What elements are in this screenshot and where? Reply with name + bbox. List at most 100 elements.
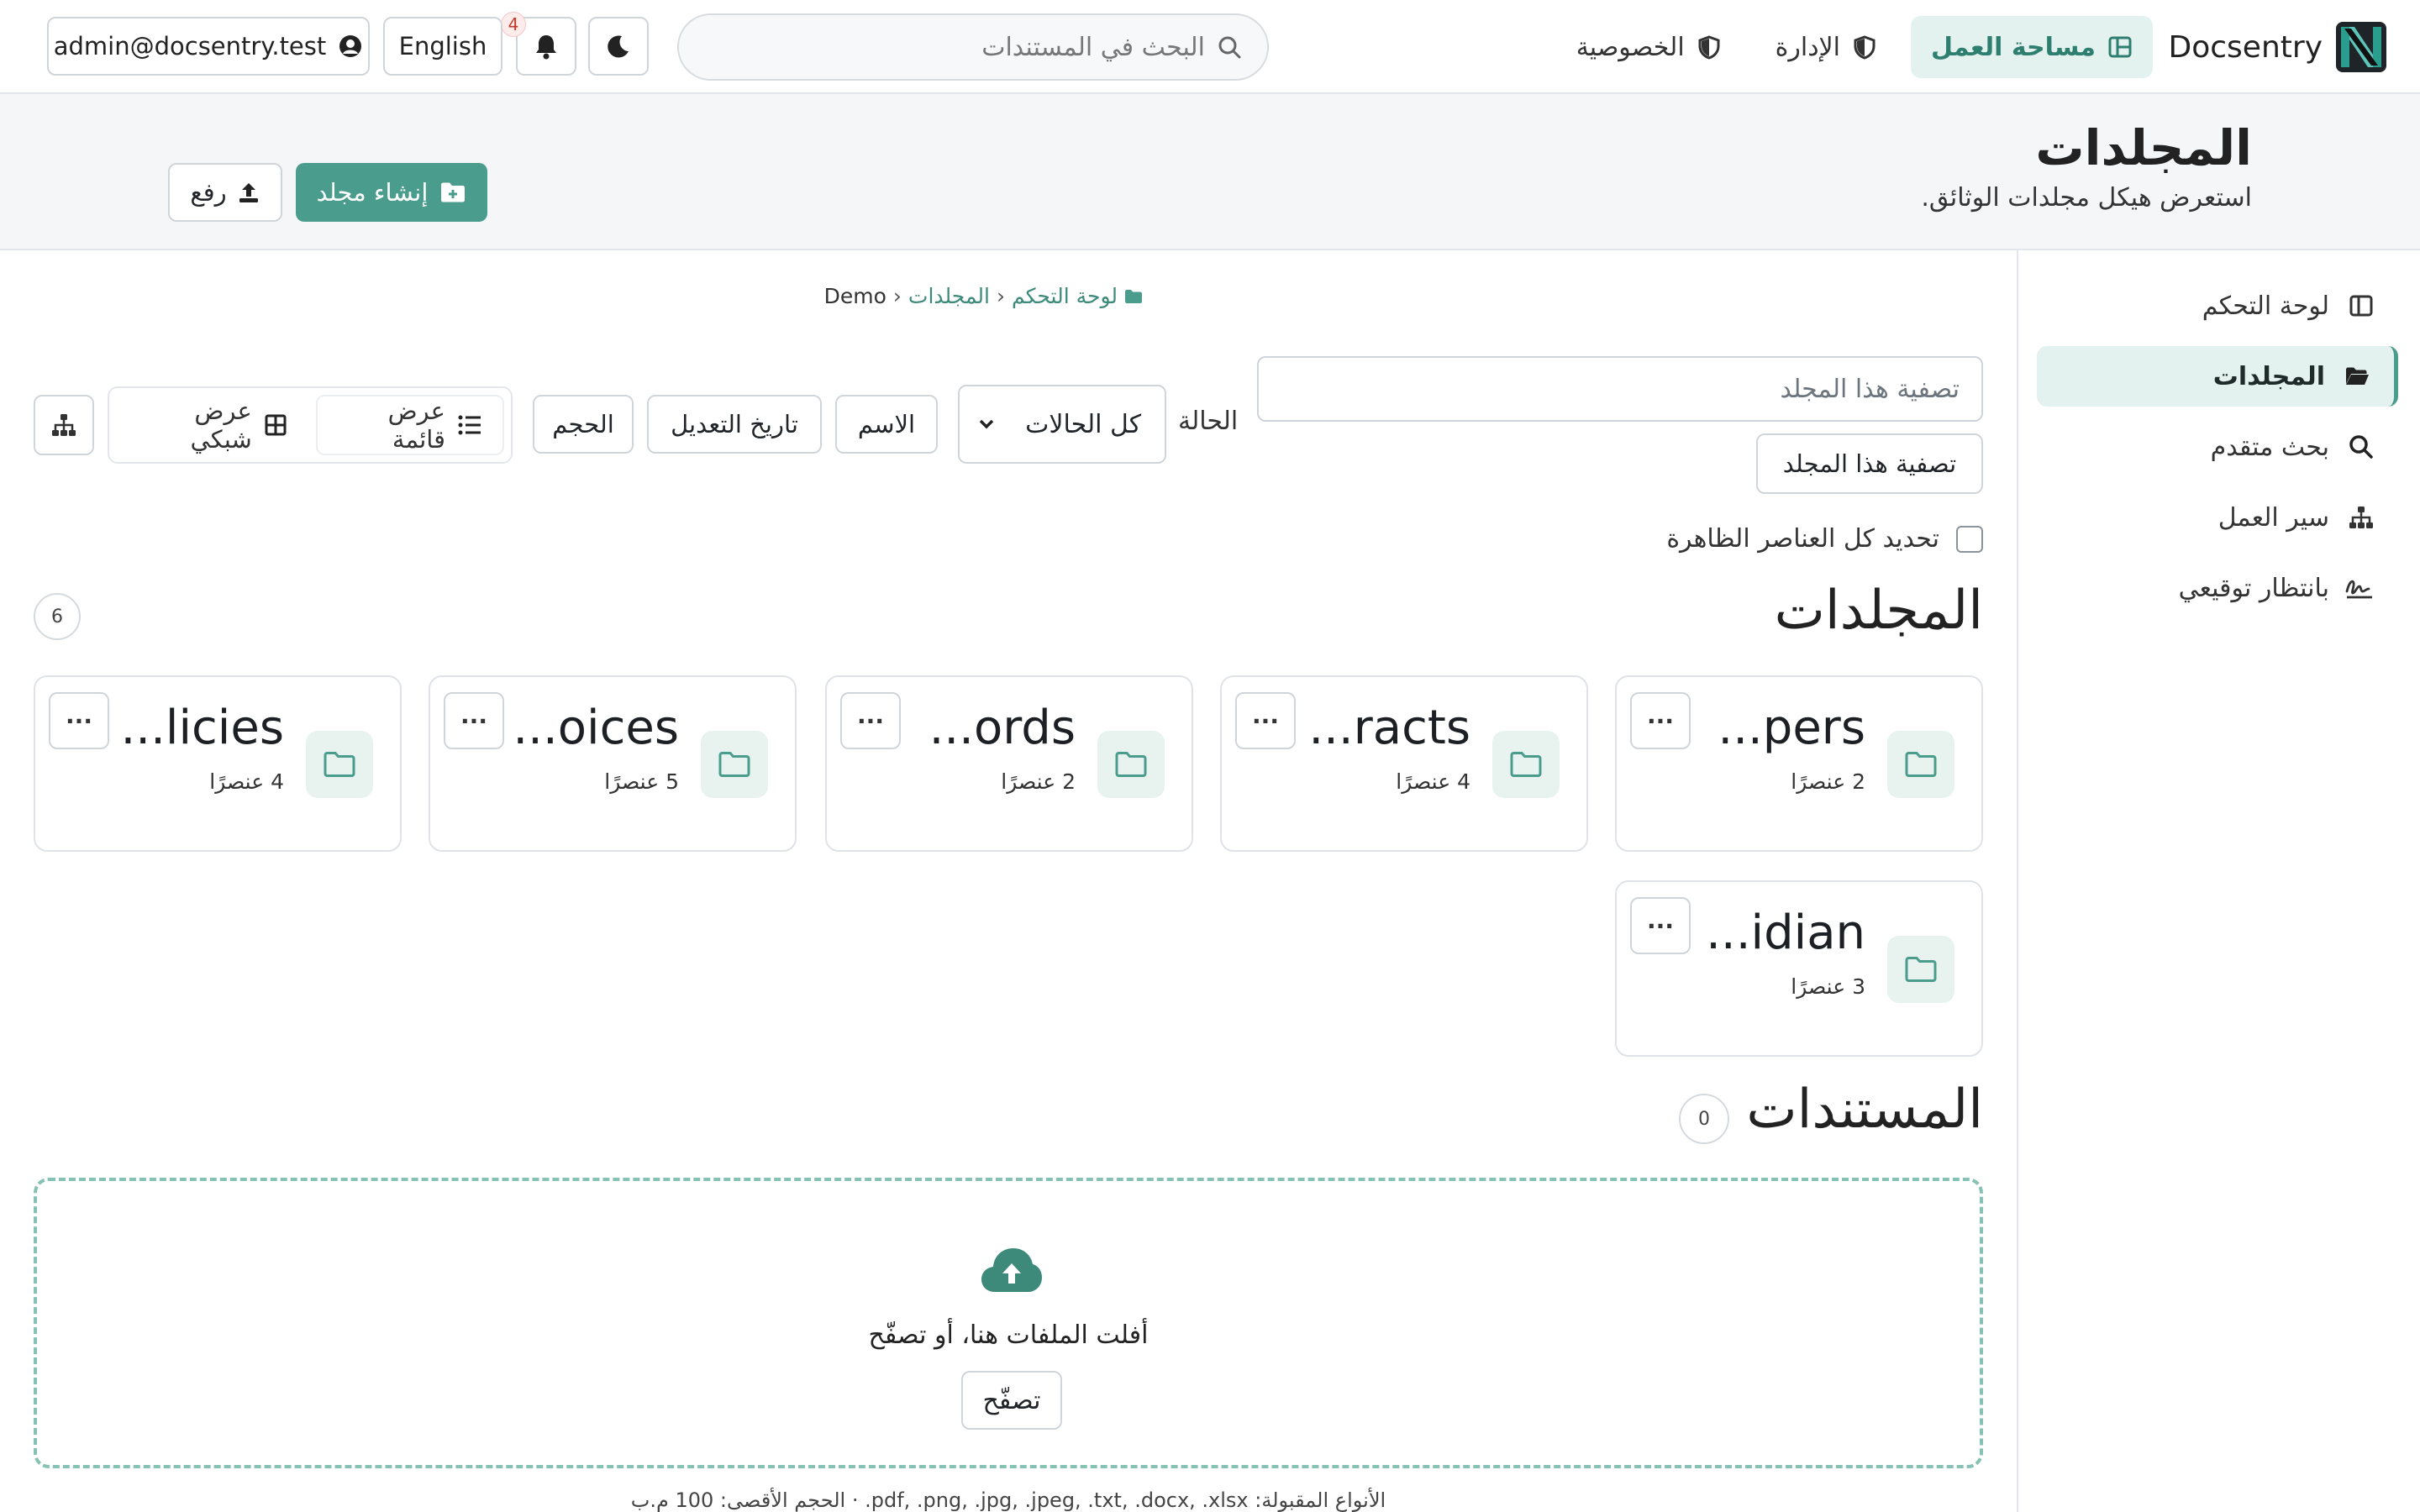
bell-icon [534,33,559,60]
folder-menu-button[interactable]: ··· [49,692,109,749]
filter-folder-button[interactable]: تصفية هذا المجلد [1756,433,1983,494]
breadcrumb-dashboard-link[interactable]: لوحة التحكم [1012,284,1118,308]
select-all-row: تحديد كل العناصر الظاهرة [1666,524,1983,554]
page-title: المجلدات [2035,119,2252,176]
folder-card[interactable]: ...idian 3 عنصرًا ··· [1615,880,1983,1057]
folder-name: ...idian [1706,906,1865,960]
folders-count-badge: 6 [34,593,81,640]
breadcrumb-separator: ‹ [892,284,902,308]
sort-by-name-button[interactable]: الاسم [835,395,938,454]
folder-card[interactable]: ...racts 4 عنصرًا ··· [1220,675,1588,852]
nav-link-privacy[interactable]: الخصوصية [1556,16,1742,78]
folder-menu-button[interactable]: ··· [1235,692,1296,749]
user-email: admin@docsentry.test [53,32,327,60]
folder-icon [306,731,373,798]
folder-menu-button[interactable]: ··· [1630,897,1691,954]
nav-link-label: مساحة العمل [1931,32,2096,62]
accepted-types-text: الأنواع المقبولة: pdf, .png, .jpg, .jpeg… [630,1488,1386,1512]
sidebar-item-label: لوحة التحكم [2202,291,2329,321]
select-all-checkbox[interactable] [1956,525,1983,553]
folder-name: ...oices [513,701,679,755]
create-folder-button[interactable]: إنشاء مجلد [296,163,487,222]
sitemap-icon [2348,504,2375,531]
folder-name: ...racts [1308,701,1470,755]
folder-card[interactable]: ...oices 5 عنصرًا ··· [429,675,797,852]
breadcrumb-current: Demo [823,284,886,308]
folder-item-count: 5 عنصرًا [604,769,679,794]
sort-by-date-button[interactable]: تاريخ التعديل [647,395,822,454]
folders-section-title: المجلدات [1774,580,1983,642]
page-subtitle: استعرض هيكل مجلدات الوثائق. [1921,183,2252,213]
language-button[interactable]: English [383,17,502,76]
status-select[interactable]: كل الحالات [958,385,1166,464]
folder-item-count: 4 عنصرًا [1396,769,1470,794]
browse-button[interactable]: تصفّح [961,1371,1062,1430]
nav-link-admin[interactable]: الإدارة [1755,16,1897,78]
dropzone-text: أفلت الملفات هنا، أو تصفّح [868,1320,1149,1350]
grid-view-button[interactable]: عرض شبكي [116,395,308,455]
select-all-label: تحديد كل العناصر الظاهرة [1666,524,1939,554]
sidebar-item-folders[interactable]: المجلدات [2037,346,2398,407]
folder-name: ...pers [1718,701,1865,755]
upload-button[interactable]: رفع [168,163,282,222]
sidebar-item-label: بانتظار توقيعي [2178,573,2329,603]
folder-card[interactable]: ...licies 4 عنصرًا ··· [34,675,402,852]
folder-icon [1097,731,1165,798]
theme-toggle-button[interactable] [588,17,649,76]
view-toggle: عرض قائمة عرض شبكي [108,386,513,464]
list-view-label: عرض قائمة [387,396,445,454]
folder-menu-button[interactable]: ··· [1630,692,1691,749]
breadcrumb-folders-link[interactable]: المجلدات [908,284,990,308]
folder-icon [1492,731,1560,798]
sidebar-item-dashboard[interactable]: لوحة التحكم [2037,276,2398,336]
breadcrumb-separator: ‹ [996,284,1005,308]
signature-icon [2345,575,2375,601]
folder-icon [1887,936,1954,1003]
folder-item-count: 2 عنصرًا [1791,769,1865,794]
list-view-button[interactable]: عرض قائمة [315,395,504,455]
status-select-value: كل الحالات [1025,409,1141,439]
sitemap-icon [50,412,77,438]
file-dropzone[interactable]: أفلت الملفات هنا، أو تصفّح تصفّح [34,1178,1983,1468]
layout-icon [2107,34,2133,60]
sidebar: لوحة التحكم المجلدات بحث متقدم سير العمل… [2017,250,2420,1512]
folder-name: ...ords [929,701,1076,755]
moon-icon [605,33,632,60]
top-navbar: Docsentry مساحة العمل الإدارة الخصوصية ا… [0,0,2420,94]
folder-card[interactable]: ...pers 2 عنصرًا ··· [1615,675,1983,852]
sidebar-item-label: بحث متقدم [2210,432,2329,462]
create-folder-label: إنشاء مجلد [316,178,429,207]
nav-links: مساحة العمل الإدارة الخصوصية [1556,16,2153,78]
brand[interactable]: Docsentry [2169,22,2386,72]
cloud-upload-icon [980,1243,1044,1297]
user-menu-button[interactable]: admin@docsentry.test [47,17,370,76]
folder-filter-input[interactable] [1257,356,1983,422]
sidebar-item-label: المجلدات [2212,361,2325,391]
tree-view-button[interactable] [34,395,94,455]
folder-item-count: 4 عنصرًا [209,769,284,794]
grid-view-label: عرض شبكي [190,396,252,454]
folder-menu-button[interactable]: ··· [840,692,901,749]
sidebar-item-advanced-search[interactable]: بحث متقدم [2037,417,2398,477]
breadcrumb: لوحة التحكم ‹ المجلدات ‹ Demo [824,284,1143,308]
sidebar-item-workflow[interactable]: سير العمل [2037,487,2398,548]
search-box [677,13,1269,81]
folder-item-count: 2 عنصرًا [1001,769,1076,794]
folder-card[interactable]: ...ords 2 عنصرًا ··· [825,675,1193,852]
search-input[interactable] [704,32,1205,62]
brand-logo-icon [2336,22,2386,72]
page-header: المجلدات استعرض هيكل مجلدات الوثائق. إنش… [0,94,2420,250]
sidebar-item-label: سير العمل [2217,502,2329,533]
shield-icon [1697,34,1722,60]
search-icon [1217,34,1242,60]
folder-menu-button[interactable]: ··· [444,692,504,749]
nav-link-label: الإدارة [1775,32,1840,62]
folder-name: ...licies [120,701,285,755]
folder-small-icon [1124,288,1143,305]
upload-label: رفع [190,178,227,207]
nav-link-workspace[interactable]: مساحة العمل [1911,16,2153,78]
sidebar-item-pending-signature[interactable]: بانتظار توقيعي [2037,558,2398,618]
sort-by-size-button[interactable]: الحجم [533,395,634,454]
folder-icon [1887,731,1954,798]
grid-icon [264,413,287,437]
